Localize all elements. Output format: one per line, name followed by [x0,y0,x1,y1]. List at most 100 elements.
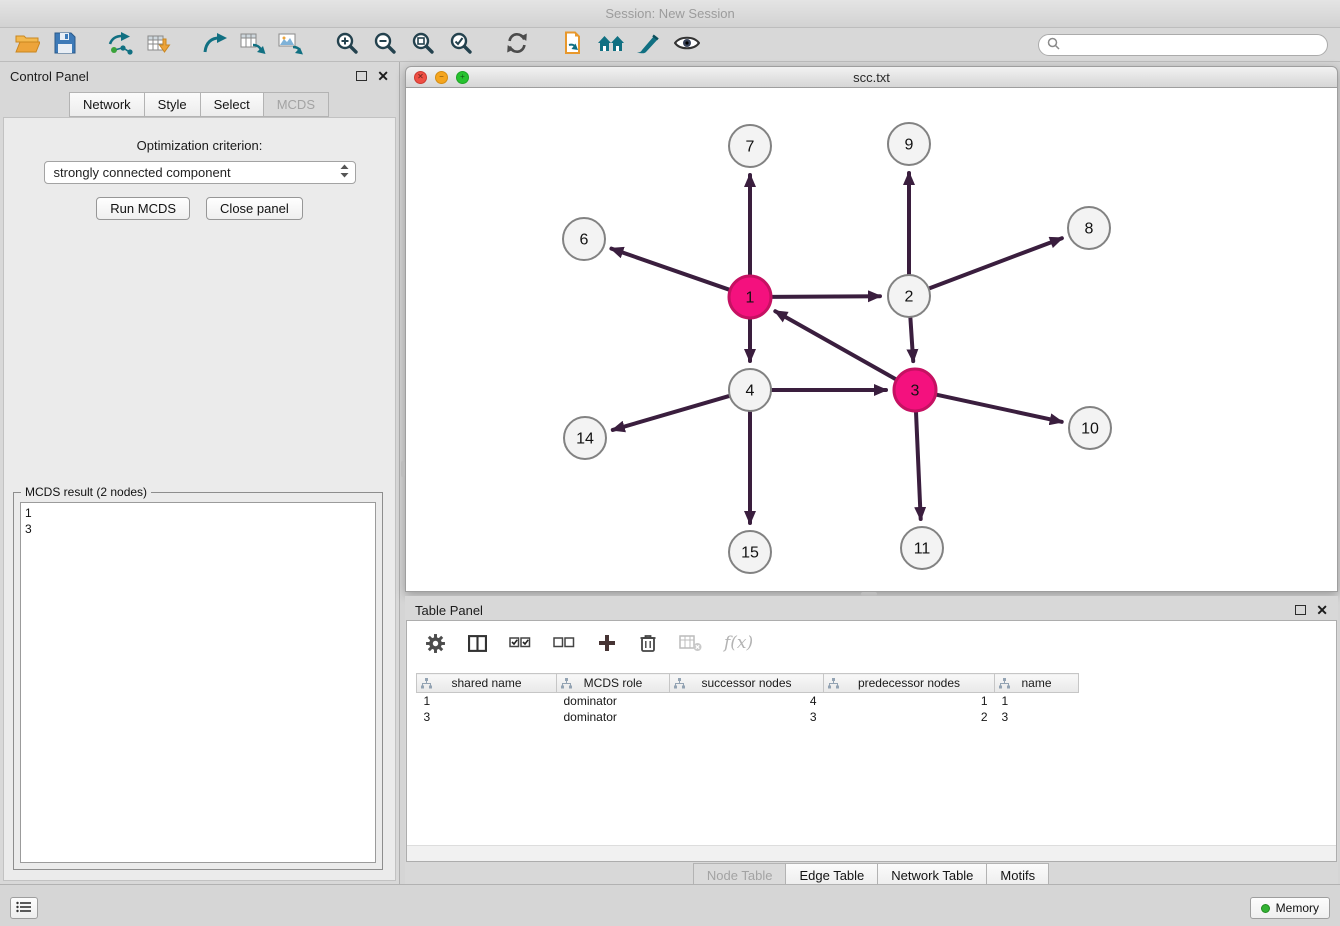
close-window-icon[interactable]: ✕ [414,71,427,84]
mcds-result-title: MCDS result (2 nodes) [21,485,151,499]
tab-select[interactable]: Select [200,92,264,117]
table-settings-button[interactable] [425,633,446,654]
open-session-button[interactable] [8,30,46,60]
status-bar: Memory [0,884,1340,926]
maximize-window-icon[interactable]: + [456,71,469,84]
graph-node[interactable]: 8 [1068,207,1110,249]
delete-table-button[interactable] [679,634,702,652]
graph-edge[interactable] [930,238,1062,288]
show-columns-button[interactable] [468,634,487,653]
graph-node[interactable]: 15 [729,531,771,573]
zoom-in-button[interactable] [328,30,366,60]
memory-button[interactable]: Memory [1250,897,1330,919]
application-window: Session: New Session [0,0,1340,926]
create-column-button[interactable] [597,633,617,653]
task-history-button[interactable] [10,897,38,919]
search-field[interactable] [1038,34,1328,56]
column-header-successor-nodes[interactable]: successor nodes [670,674,824,693]
houses-icon [597,32,625,57]
window-titlebar[interactable]: Session: New Session [0,0,1340,28]
export-image-button[interactable] [272,30,310,60]
graph-node[interactable]: 14 [564,417,606,459]
save-session-button[interactable] [46,30,84,60]
result-node: 3 [25,521,371,537]
tab-style[interactable]: Style [144,92,201,117]
column-header-name[interactable]: name [995,674,1079,693]
home-view-button[interactable] [592,30,630,60]
delete-column-button[interactable] [639,633,657,653]
table-arrow-icon [240,31,266,58]
optimization-criterion-select[interactable]: strongly connected component [44,161,356,184]
close-panel-icon[interactable]: ✕ [1316,603,1328,617]
graph-node[interactable]: 4 [729,369,771,411]
table-row[interactable]: 3 dominator 3 2 3 [417,709,1079,725]
node-label: 6 [580,232,589,249]
import-table-file-button[interactable] [140,30,178,60]
tree-icon [828,678,839,692]
graph-edge[interactable] [916,412,921,519]
new-table-button[interactable] [234,30,272,60]
graph-edge[interactable] [937,395,1062,422]
graph-edge[interactable] [611,249,729,290]
style-brush-button[interactable] [630,30,668,60]
zoom-selected-button[interactable] [442,30,480,60]
graph-node[interactable]: 11 [901,527,943,569]
network-canvas[interactable]: 7 9 6 8 1 2 4 3 14 10 15 11 [405,88,1338,592]
show-hide-button[interactable] [668,30,706,60]
graph-node[interactable]: 2 [888,275,930,317]
table-header-row: shared name MCDS role successor nodes pr… [417,674,1079,693]
control-panel-tabs: Network Style Select MCDS [0,92,399,117]
tab-network[interactable]: Network [69,92,145,117]
vertical-splitter-handle[interactable] [401,461,405,477]
graph-edge[interactable] [910,318,913,361]
run-mcds-button[interactable]: Run MCDS [96,197,190,220]
graph-edge[interactable] [775,311,896,379]
node-label: 3 [911,383,920,400]
table-panel-content: f(x) shared name MCDS role successor nod… [406,620,1337,862]
import-network-file-button[interactable] [102,30,140,60]
table-row[interactable]: 1 dominator 4 1 1 [417,693,1079,709]
zoom-out-button[interactable] [366,30,404,60]
network-view-window: ✕ − + scc.txt 7 9 6 8 1 2 4 3 14 10 15 11 [405,66,1338,592]
column-header-predecessor-nodes[interactable]: predecessor nodes [824,674,995,693]
graph-node[interactable]: 3 [894,369,936,411]
zoom-fit-button[interactable] [404,30,442,60]
search-icon [1047,37,1060,53]
import-network-icon [108,31,134,58]
graph-edge[interactable] [772,296,880,297]
minimize-window-icon[interactable]: − [435,71,448,84]
graph-edge[interactable] [613,396,729,430]
function-builder-button[interactable]: f(x) [724,633,753,653]
graph-node[interactable]: 1 [729,276,771,318]
network-graph[interactable]: 7 9 6 8 1 2 4 3 14 10 15 11 [406,88,1337,591]
graph-node[interactable]: 10 [1069,407,1111,449]
column-header-mcds-role[interactable]: MCDS role [557,674,670,693]
mcds-result-area[interactable]: 1 3 [20,502,376,863]
apply-layout-button[interactable] [498,30,536,60]
zoom-selected-icon [449,31,473,58]
new-network-button[interactable] [196,30,234,60]
table-horizontal-scrollbar[interactable] [407,845,1336,861]
close-panel-icon[interactable]: ✕ [377,69,389,83]
deselect-all-columns-button[interactable] [553,635,575,651]
search-input[interactable] [1066,38,1319,52]
select-all-columns-button[interactable] [509,635,531,651]
float-panel-icon[interactable] [1295,605,1306,615]
mcds-panel: Optimization criterion: strongly connect… [3,117,396,881]
close-panel-button[interactable]: Close panel [206,197,303,220]
node-label: 4 [746,383,755,400]
graph-node[interactable]: 6 [563,218,605,260]
node-label: 2 [905,289,914,306]
column-header-shared-name[interactable]: shared name [417,674,557,693]
graph-node[interactable]: 7 [729,125,771,167]
node-label: 9 [905,137,914,154]
node-label: 7 [746,139,755,156]
tree-icon [561,678,572,692]
graph-node[interactable]: 9 [888,123,930,165]
tab-mcds[interactable]: MCDS [263,92,329,117]
memory-label: Memory [1276,901,1319,915]
float-panel-icon[interactable] [356,71,367,81]
table-toolbar: f(x) [407,621,1336,665]
clone-network-button[interactable] [554,30,592,60]
network-window-titlebar[interactable]: ✕ − + scc.txt [405,66,1338,88]
